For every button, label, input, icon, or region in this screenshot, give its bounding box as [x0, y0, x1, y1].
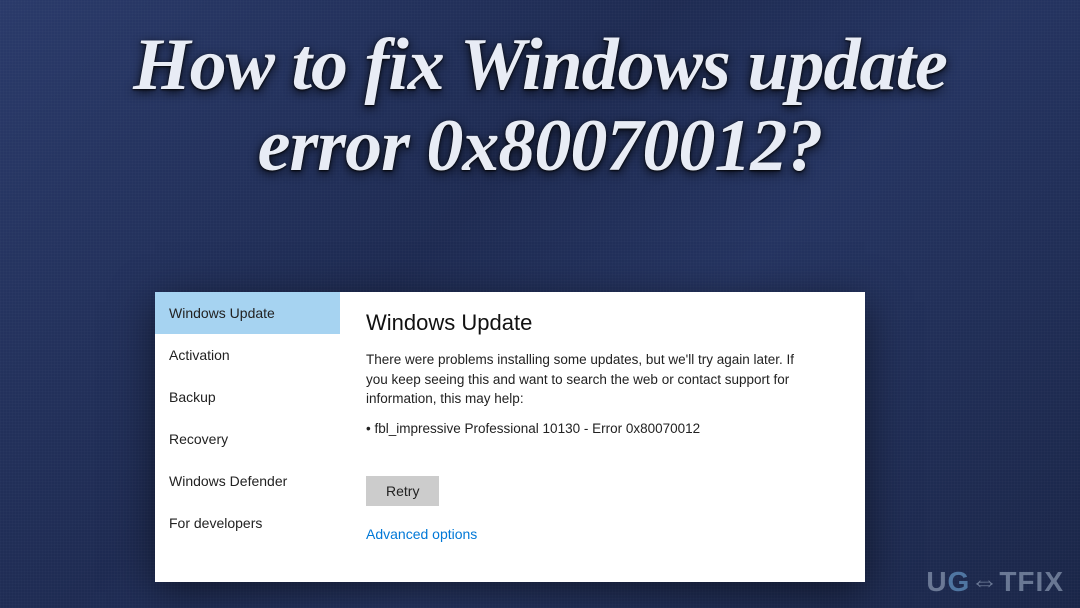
error-detail: • fbl_impressive Professional 10130 - Er… — [366, 421, 839, 436]
watermark-mid: G — [948, 566, 971, 597]
settings-main-panel: Windows Update There were problems insta… — [340, 292, 865, 582]
sidebar-item-activation[interactable]: Activation — [155, 334, 340, 376]
sidebar-item-windows-update[interactable]: Windows Update — [155, 292, 340, 334]
sidebar-item-for-developers[interactable]: For developers — [155, 502, 340, 544]
page-title: Windows Update — [366, 310, 839, 336]
article-headline: How to fix Windows update error 0x800700… — [80, 25, 1000, 188]
settings-sidebar: Windows Update Activation Backup Recover… — [155, 292, 340, 582]
sidebar-item-backup[interactable]: Backup — [155, 376, 340, 418]
retry-button[interactable]: Retry — [366, 476, 439, 506]
sidebar-item-recovery[interactable]: Recovery — [155, 418, 340, 460]
watermark-prefix: U — [926, 566, 947, 597]
watermark-logo: UG⇔TFIX — [926, 566, 1064, 598]
error-message: There were problems installing some upda… — [366, 350, 816, 409]
sidebar-item-windows-defender[interactable]: Windows Defender — [155, 460, 340, 502]
settings-window: Windows Update Activation Backup Recover… — [155, 292, 865, 582]
advanced-options-link[interactable]: Advanced options — [366, 526, 477, 542]
watermark-suffix: TFIX — [999, 566, 1064, 597]
watermark-arrow-icon: ⇔ — [970, 566, 999, 597]
